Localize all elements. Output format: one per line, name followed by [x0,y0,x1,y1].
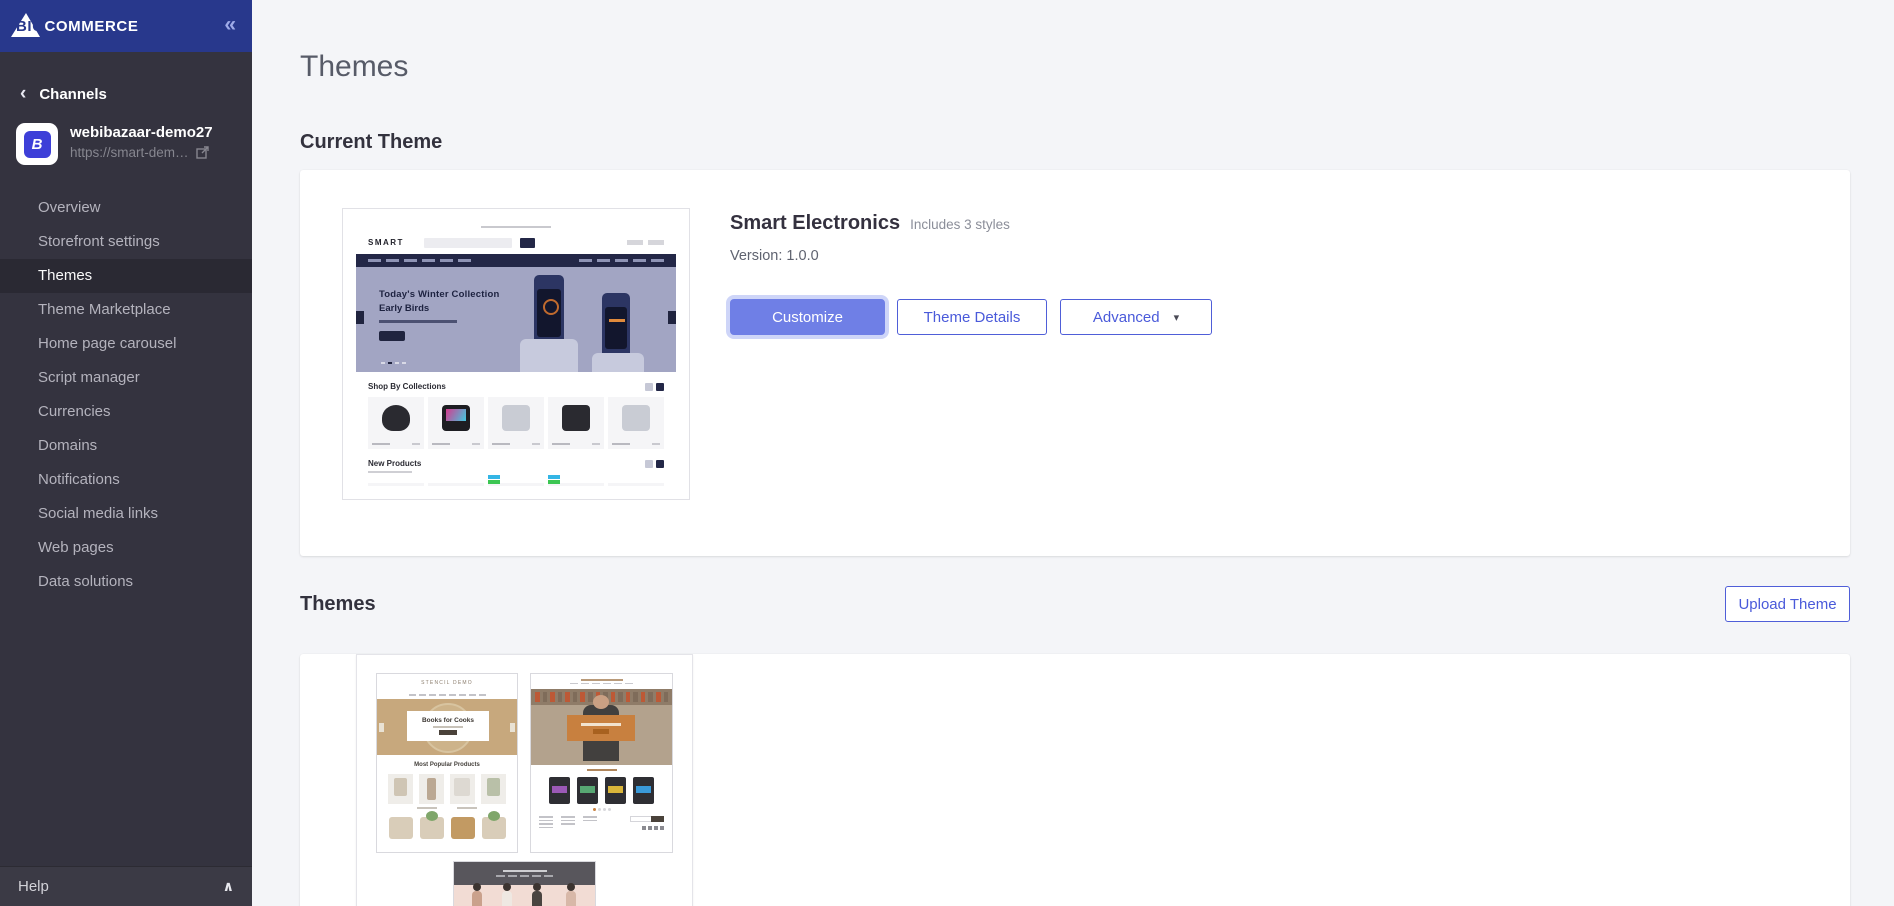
preview-hero-arrow-right [668,311,676,324]
decorative-lines [454,862,595,885]
sidebar-nav-item[interactable]: Social media links [0,497,252,531]
preview-search-bar [423,237,512,248]
theme-styles-note: Includes 3 styles [910,217,1010,232]
coffee-hero-photo [531,689,672,765]
preview-account-links [627,240,664,245]
coffee-footer [531,816,672,830]
themes-list-card: STENCIL DEMO Books for Cooks Most Popula… [300,654,1850,906]
collapse-sidebar-icon[interactable]: « [224,14,236,38]
preview-announcement-bar [356,222,676,231]
current-theme-meta: Smart Electronics Includes 3 styles Vers… [730,212,1212,335]
channels-label: Channels [39,86,107,103]
fashion-hero [454,883,595,906]
theme-style-preview-3 [453,861,596,906]
theme-version: Version: 1.0.0 [730,248,819,264]
preview-header: SMART [356,231,676,254]
back-to-channels[interactable]: ‹ Channels [20,84,236,105]
current-theme-heading: Current Theme [300,131,443,153]
top-logo-bar: BIGCOMMERCE « [0,0,252,52]
preview-navbar [356,254,676,267]
preview-brand: SMART [368,238,404,247]
theme-name: Smart Electronics [730,212,901,234]
preview-search-button [519,237,535,248]
decorative-lines [531,674,672,689]
preview-shop-button [379,330,405,341]
preview-hero: Today's Winter Collection Early Birds [356,267,676,372]
sidebar-nav-item[interactable]: Overview [0,191,252,225]
channel-name: webibazaar-demo27 [70,124,213,141]
decorative-lines [377,691,517,699]
sidebar-nav-item[interactable]: Home page carousel [0,327,252,361]
chevron-up-icon: ∧ [222,878,234,894]
external-link-icon [195,146,209,159]
bigcommerce-logo: BIGCOMMERCE [11,11,139,41]
page-title: Themes [300,50,409,83]
advanced-dropdown-button[interactable]: Advanced ▾ [1060,299,1212,335]
main-content: Themes Current Theme SMART Today's Winte… [252,0,1894,906]
sidebar-nav-item[interactable]: Domains [0,429,252,463]
preview-collections-heading-row: Shop By Collections [356,382,676,391]
sidebar-nav-item[interactable]: Themes [0,259,252,293]
app-root: BIGCOMMERCE « ‹ Channels B webibazaar-de… [0,0,1894,906]
help-bar[interactable]: Help ∧ [0,866,252,906]
themes-heading: Themes [300,592,376,615]
smart-electronics-preview: SMART Today's Winter Collection Early Bi… [356,222,676,486]
current-theme-thumbnail: SMART Today's Winter Collection Early Bi… [342,208,690,500]
preview-collections-row [356,397,676,449]
coffee-products-row [531,777,672,804]
upload-theme-button[interactable]: Upload Theme [1725,586,1850,622]
preview-newproducts-heading-row: New Products [356,459,676,468]
sidebar-nav-item[interactable]: Theme Marketplace [0,293,252,327]
books-products-row [377,774,517,804]
channel-avatar-icon: B [23,130,51,158]
theme-style-preview-1: STENCIL DEMO Books for Cooks Most Popula… [376,673,518,853]
sidebar-nav-item[interactable]: Data solutions [0,565,252,599]
theme-style-preview-2 [530,673,673,853]
theme-item-cornerstone[interactable]: STENCIL DEMO Books for Cooks Most Popula… [356,654,693,906]
current-theme-card: SMART Today's Winter Collection Early Bi… [300,170,1850,556]
theme-actions: Customize Theme Details Advanced ▾ [730,299,1212,335]
theme-details-button[interactable]: Theme Details [897,299,1047,335]
sidebar-nav-item[interactable]: Notifications [0,463,252,497]
chevron-left-icon: ‹ [20,83,27,104]
caret-down-icon: ▾ [1173,311,1180,324]
sidebar-nav-item[interactable]: Web pages [0,531,252,565]
sidebar-nav-item[interactable]: Storefront settings [0,225,252,259]
channel-info: webibazaar-demo27 https://smart-dem… [70,123,213,160]
preview-hero-arrow-left [356,311,364,324]
customize-button[interactable]: Customize [730,299,885,335]
channel-summary: B webibazaar-demo27 https://smart-dem… [16,123,238,165]
decorative-lines [377,807,517,809]
sidebar-nav-item[interactable]: Currencies [0,395,252,429]
books-hero: Books for Cooks [377,699,517,755]
channel-url-link[interactable]: https://smart-dem… [70,145,213,160]
themes-section-header: Themes Upload Theme [300,586,1850,622]
sidebar-nav: Overview Storefront settings Themes Them… [0,191,252,599]
preview-hero-text: Today's Winter Collection Early Birds [379,289,499,341]
channel-avatar: B [16,123,58,165]
help-label: Help [18,878,49,895]
channel-url-text: https://smart-dem… [70,145,189,160]
preview-newproducts-row [356,475,676,486]
books-products-row-2 [377,810,517,839]
sidebar: BIGCOMMERCE « ‹ Channels B webibazaar-de… [0,0,252,906]
preview-hero-dots [381,362,406,364]
logo-wordmark: BIGCOMMERCE [16,17,139,35]
sidebar-nav-item[interactable]: Script manager [0,361,252,395]
